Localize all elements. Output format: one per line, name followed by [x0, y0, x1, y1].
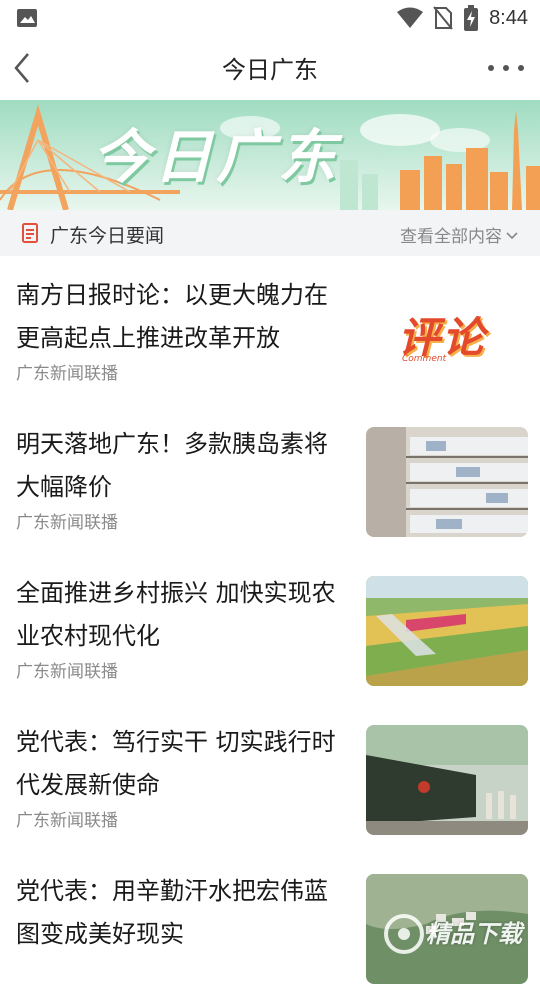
news-title: 全面推进乡村振兴 加快实现农业农村现代化: [16, 579, 336, 650]
view-all-label: 查看全部内容: [400, 227, 502, 247]
news-title: 党代表：笃行实干 切实践行时代发展新使命: [16, 728, 336, 799]
watermark-logo: 精品下载: [380, 900, 540, 960]
status-time: 8:44: [489, 6, 528, 29]
news-item[interactable]: 明天落地广东！多款胰岛素将大幅降价 广东新闻联播: [0, 407, 540, 556]
top-nav-bar: 今日广东: [0, 36, 540, 100]
news-title: 南方日报时论：以更大魄力在更高起点上推进改革开放: [16, 281, 328, 352]
news-thumbnail: [366, 576, 528, 686]
news-document-icon: [22, 223, 38, 243]
news-source: 广东新闻联播: [16, 811, 118, 831]
news-thumbnail: 评论 Comment: [366, 278, 528, 388]
news-title: 明天落地广东！多款胰岛素将大幅降价: [16, 430, 328, 501]
battery-charging-icon: [464, 5, 479, 31]
news-source: 广东新闻联播: [16, 513, 118, 533]
watermark-text: 精品下载: [426, 920, 522, 948]
banner-image: 今日广东: [0, 100, 540, 210]
thumbnail-comment-subtext: Comment: [402, 354, 447, 364]
status-bar: 8:44: [0, 0, 540, 36]
pharmacy-shelf-image: [366, 427, 528, 537]
page-title: 今日广东: [222, 56, 318, 84]
news-source: 广东新闻联播: [16, 364, 118, 384]
no-sim-icon: [433, 6, 453, 30]
news-item[interactable]: 南方日报时论：以更大魄力在更高起点上推进改革开放 广东新闻联播 评论 Comme…: [0, 258, 540, 407]
section-header: 广东今日要闻 查看全部内容: [0, 210, 540, 256]
news-thumbnail: [366, 427, 528, 537]
news-title: 党代表：用辛勤汗水把宏伟蓝图变成美好现实: [16, 877, 328, 948]
view-all-link[interactable]: 查看全部内容: [400, 222, 518, 247]
news-item[interactable]: 党代表：笃行实干 切实践行时代发展新使命 广东新闻联播: [0, 705, 540, 854]
news-item[interactable]: 全面推进乡村振兴 加快实现农业农村现代化 广东新闻联播: [0, 556, 540, 705]
more-options-icon[interactable]: [488, 58, 524, 78]
news-source: 广东新闻联播: [16, 662, 118, 682]
photo-notification-icon: [17, 9, 37, 27]
wifi-icon: [397, 7, 424, 28]
chevron-down-icon: [506, 231, 518, 239]
train-exhibit-image: [366, 725, 528, 835]
news-thumbnail: [366, 725, 528, 835]
banner-title: 今日广东: [92, 123, 341, 191]
section-title: 广东今日要闻: [50, 225, 165, 247]
farmland-image: [366, 576, 528, 686]
